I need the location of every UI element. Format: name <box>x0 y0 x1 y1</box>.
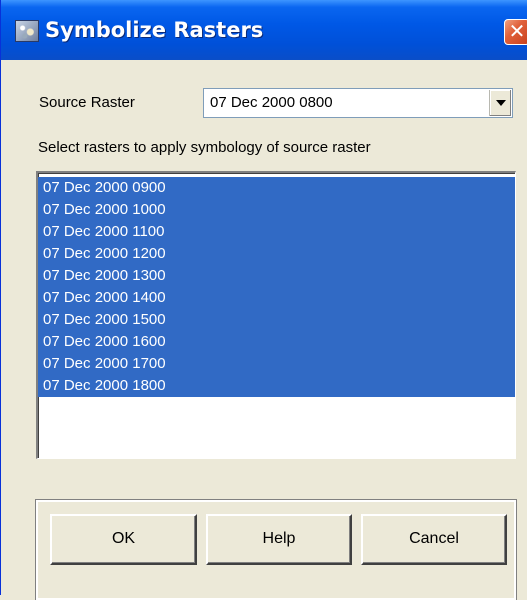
source-raster-label: Source Raster <box>39 94 135 111</box>
instruction-text: Select rasters to apply symbology of sou… <box>38 139 371 156</box>
list-item[interactable]: 07 Dec 2000 1300 <box>38 265 515 287</box>
list-item[interactable]: 07 Dec 2000 1100 <box>38 221 515 243</box>
list-item[interactable]: 07 Dec 2000 1700 <box>38 353 515 375</box>
list-item[interactable]: 07 Dec 2000 1200 <box>38 243 515 265</box>
window-title: Symbolize Rasters <box>45 18 264 42</box>
list-item[interactable]: 07 Dec 2000 1400 <box>38 287 515 309</box>
list-item[interactable]: 07 Dec 2000 1800 <box>38 375 515 397</box>
list-item[interactable]: 07 Dec 2000 1000 <box>38 199 515 221</box>
title-bar[interactable]: Symbolize Rasters ✕ <box>1 0 527 60</box>
list-item[interactable]: 07 Dec 2000 1500 <box>38 309 515 331</box>
symbolize-rasters-dialog: Symbolize Rasters ✕ Source Raster 07 Dec… <box>0 0 527 600</box>
ok-button[interactable]: OK <box>50 514 197 565</box>
source-raster-value: 07 Dec 2000 0800 <box>210 94 333 111</box>
list-item[interactable]: 07 Dec 2000 0900 <box>38 177 515 199</box>
raster-app-icon <box>15 20 39 42</box>
raster-listbox[interactable]: 07 Dec 2000 0900 07 Dec 2000 1000 07 Dec… <box>36 171 516 459</box>
chevron-down-icon[interactable] <box>489 90 511 116</box>
help-button[interactable]: Help <box>206 514 352 565</box>
list-item[interactable]: 07 Dec 2000 1600 <box>38 331 515 353</box>
close-button[interactable]: ✕ <box>504 19 527 45</box>
cancel-button[interactable]: Cancel <box>361 514 507 565</box>
source-raster-dropdown[interactable]: 07 Dec 2000 0800 <box>203 88 513 118</box>
